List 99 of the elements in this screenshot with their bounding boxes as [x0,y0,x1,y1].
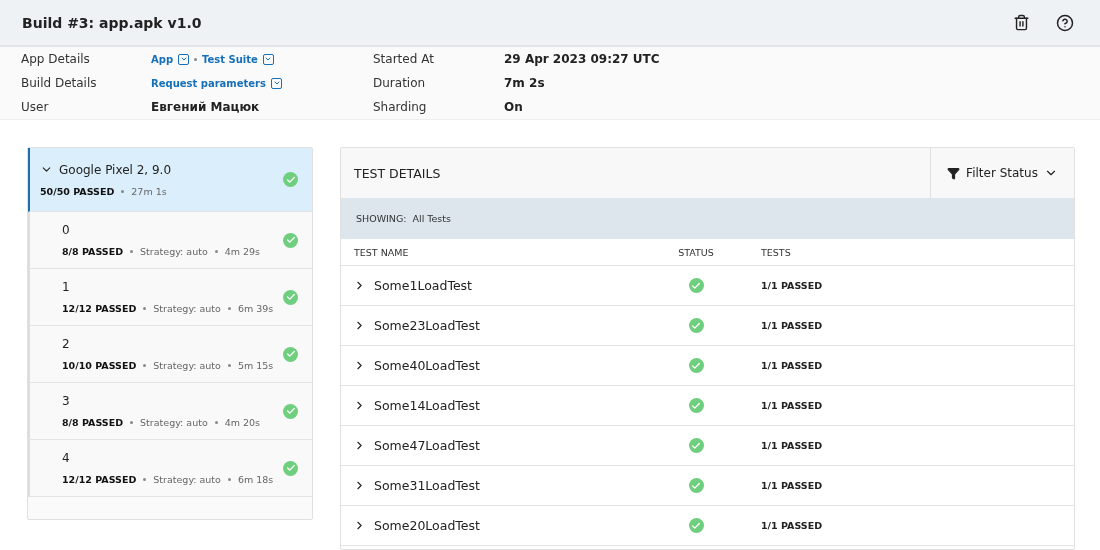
showing-value: All Tests [412,213,451,224]
separator-dot [121,189,125,193]
column-header: TEST NAME [353,246,410,258]
duration-text: 27m 1s [131,185,167,197]
passed-count: 50/50 PASSED [40,185,115,197]
device-item[interactable]: 1 12/12 PASSED Strategy: auto 6m 39s [28,269,312,326]
passed-count: 12/12 PASSED [62,474,137,485]
check-circle-icon [688,278,704,293]
test-row[interactable]: Some47LoadTest 1/1 PASSED [341,426,1074,466]
test-name: Some23LoadTest [374,318,480,333]
test-row[interactable]: Some20LoadTest 1/1 PASSED [341,506,1074,546]
separator-dot [214,421,218,424]
strategy-text: Strategy: auto [140,246,208,257]
device-name: 2 [62,337,70,351]
check-circle-icon [283,346,298,362]
duration-text: 6m 39s [237,303,274,314]
strategy-text: Strategy: auto [153,360,221,371]
device-item[interactable]: 4 12/12 PASSED Strategy: auto 6m 18s [28,440,312,497]
duration-text: 4m 20s [224,417,261,428]
detail-label: Build Details [21,76,98,90]
test-name: Some14LoadTest [374,398,480,413]
strategy-text: Strategy: auto [153,303,221,314]
device-name: Google Pixel 2, 9.0 [59,162,172,177]
tests-count: 1/1 PASSED [761,440,824,451]
check-circle-icon [688,438,704,453]
test-row[interactable]: Some40LoadTest 1/1 PASSED [341,346,1074,386]
separator-dot [130,250,134,253]
caret-icon[interactable] [178,53,190,65]
detail-label: App Details [21,52,91,66]
detail-label: Started At [373,52,435,66]
check-circle-icon [283,172,298,187]
separator-dot [214,250,218,253]
check-circle-icon [688,398,704,413]
check-circle-icon [283,403,298,419]
detail-value: Евгений Мацюк [151,100,261,114]
device-item[interactable]: 2 10/10 PASSED Strategy: auto 5m 15s [28,326,312,383]
detail-link[interactable]: App [151,53,174,65]
passed-count: 10/10 PASSED [62,360,137,371]
separator-dot [227,478,231,481]
test-name: Some1LoadTest [374,278,472,293]
detail-label: User [21,100,50,114]
test-name: Some47LoadTest [374,438,480,453]
check-circle-icon [283,232,298,248]
device-name: 0 [62,223,70,237]
check-circle-icon [688,478,704,493]
separator-dot [143,364,147,367]
tests-count: 1/1 PASSED [761,480,824,491]
test-row[interactable]: Some14LoadTest 1/1 PASSED [341,386,1074,426]
test-row[interactable]: Some1LoadTest 1/1 PASSED [341,266,1074,306]
test-name: Some40LoadTest [374,358,480,373]
passed-count: 8/8 PASSED [62,246,124,257]
separator-dot [143,478,147,481]
duration-text: 4m 29s [224,246,261,257]
duration-text: 5m 15s [237,360,274,371]
test-row[interactable]: Some31LoadTest 1/1 PASSED [341,466,1074,506]
check-circle-icon [283,289,298,305]
tests-count: 1/1 PASSED [761,280,824,291]
panel-title: TEST DETAILS [353,164,442,183]
passed-count: 8/8 PASSED [62,417,124,428]
detail-label: Sharding [373,100,428,114]
device-item[interactable]: 0 8/8 PASSED Strategy: auto 4m 29s [28,212,312,269]
detail-label: Duration [373,76,427,90]
detail-value: On [504,100,524,114]
column-header: TESTS [761,246,792,258]
detail-link[interactable]: Test Suite [202,53,258,65]
tests-count: 1/1 PASSED [761,320,824,331]
detail-value: 7m 2s [504,76,546,90]
device-name: 3 [62,394,70,408]
tests-count: 1/1 PASSED [761,400,824,411]
caret-icon[interactable] [271,77,282,89]
passed-count: 12/12 PASSED [62,303,137,314]
device-name: 4 [62,451,70,465]
test-name: Some20LoadTest [374,518,480,533]
strategy-text: Strategy: auto [153,474,221,485]
window-title: Build #3: app.apk v1.0 [22,14,203,31]
column-header: STATUS [678,246,714,258]
device-name: 1 [62,280,70,294]
test-name: Some31LoadTest [374,478,480,493]
check-circle-icon [283,460,298,476]
device-item[interactable]: Google Pixel 2, 9.0 50/50 PASSED 27m 1s [28,148,312,212]
separator-dot [227,307,231,310]
separator-dot [227,364,231,367]
tests-count: 1/1 PASSED [761,360,824,371]
test-row[interactable]: Some23LoadTest 1/1 PASSED [341,306,1074,346]
separator-dot [130,421,134,424]
device-item[interactable]: 3 8/8 PASSED Strategy: auto 4m 20s [28,383,312,440]
showing-label: SHOWING: [356,213,407,224]
check-circle-icon [688,358,704,373]
detail-link[interactable]: Request parameters [151,77,266,89]
filter-icon [947,166,961,180]
strategy-text: Strategy: auto [140,417,208,428]
tests-count: 1/1 PASSED [761,520,824,531]
detail-value: 29 Apr 2023 09:27 UTC [504,52,661,66]
caret-icon[interactable] [262,53,274,65]
duration-text: 6m 18s [237,474,274,485]
separator-dot [194,57,198,61]
check-circle-icon [688,318,704,333]
separator-dot [143,307,147,310]
check-circle-icon [688,518,704,533]
